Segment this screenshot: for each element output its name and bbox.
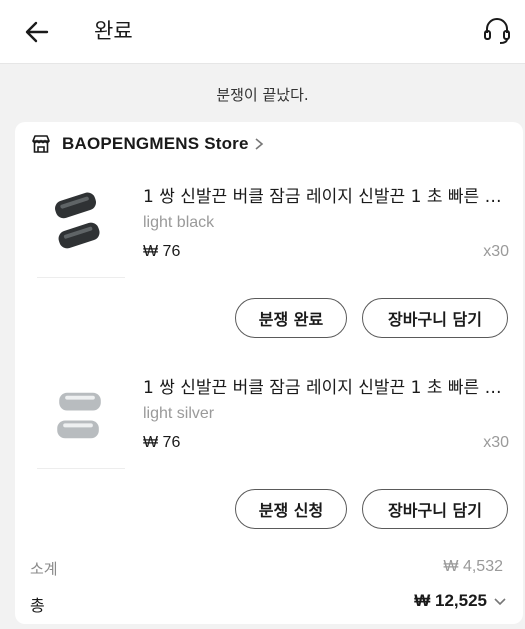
- item-variant: light silver: [143, 405, 215, 422]
- store-link[interactable]: BAOPENGMENS Store: [30, 131, 265, 157]
- order-item: 1 쌍 신발끈 버클 잠금 레이지 신발끈 1 초 빠른 잠금 신발끈 ligh…: [15, 365, 523, 555]
- order-card: BAOPENGMENS Store 1 쌍 신발끈 버클 잠금 레이지 신발끈 …: [15, 122, 523, 624]
- subtotal-value: ₩ 4,532: [443, 558, 503, 575]
- headset-icon[interactable]: [481, 15, 513, 47]
- total-value[interactable]: ₩ 12,525: [414, 591, 487, 611]
- item-price: ₩ 76: [143, 243, 181, 260]
- arrow-left-icon[interactable]: [22, 17, 52, 47]
- dispute-status-text: 분쟁이 끝났다.: [216, 86, 309, 104]
- add-to-cart-button[interactable]: 장바구니 담기: [362, 298, 508, 338]
- open-dispute-button[interactable]: 분쟁 신청: [235, 489, 347, 529]
- product-thumbnail[interactable]: [37, 365, 125, 469]
- chevron-right-icon: [255, 138, 263, 150]
- total-label: 총: [30, 596, 45, 615]
- item-quantity: x30: [483, 434, 509, 451]
- product-thumbnail[interactable]: [37, 174, 125, 278]
- chevron-down-icon[interactable]: [493, 596, 507, 608]
- item-price: ₩ 76: [143, 434, 181, 451]
- subtotal-label: 소계: [30, 560, 58, 578]
- order-item: 1 쌍 신발끈 버클 잠금 레이지 신발끈 1 초 빠른 잠금 신발끈 ligh…: [15, 174, 523, 364]
- item-name[interactable]: 1 쌍 신발끈 버클 잠금 레이지 신발끈 1 초 빠른 잠금 신발끈: [143, 182, 515, 207]
- item-quantity: x30: [483, 243, 509, 260]
- item-name[interactable]: 1 쌍 신발끈 버클 잠금 레이지 신발끈 1 초 빠른 잠금 신발끈: [143, 373, 515, 398]
- store-name: BAOPENGMENS Store: [62, 134, 249, 153]
- item-variant: light black: [143, 214, 215, 231]
- top-bar: 완료: [0, 0, 525, 64]
- storefront-icon: [32, 135, 50, 153]
- add-to-cart-button[interactable]: 장바구니 담기: [362, 489, 508, 529]
- dispute-complete-button[interactable]: 분쟁 완료: [235, 298, 347, 338]
- page-title: 완료: [94, 19, 133, 43]
